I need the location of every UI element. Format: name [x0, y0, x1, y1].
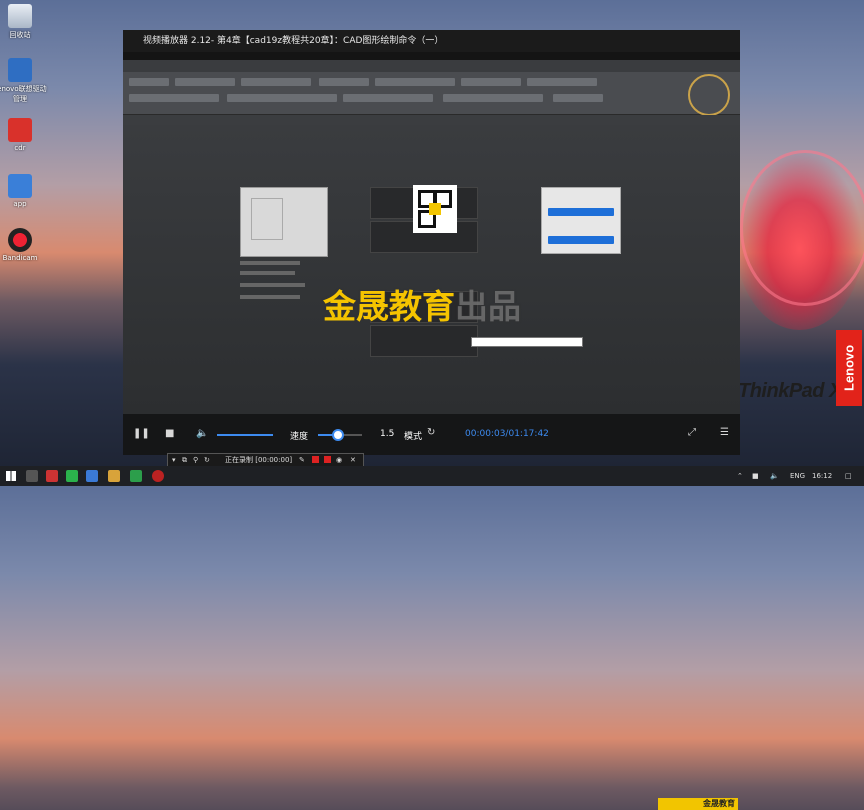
pause-button[interactable]: ❚❚ [133, 428, 150, 440]
loop-mode-icon[interactable]: ↻ [427, 427, 435, 439]
camera-icon[interactable]: ◉ [336, 454, 342, 466]
recorder-menu-icon[interactable]: ▾ [172, 454, 176, 466]
stop-record-icon[interactable] [324, 456, 331, 463]
app-taskbar-icon[interactable] [130, 470, 142, 482]
network-icon[interactable]: ■ [752, 472, 759, 480]
volume-slider[interactable] [217, 434, 273, 436]
bandicam-taskbar-icon[interactable] [152, 470, 164, 482]
lenovo-logo: Lenovo [836, 330, 862, 406]
desktop-icon-recycle-bin[interactable]: 回收站 [0, 4, 50, 40]
notifications-icon[interactable]: □ [845, 472, 852, 480]
stop-button[interactable]: ■ [165, 428, 174, 440]
cad-logo-icon [688, 74, 730, 116]
file-explorer-icon[interactable] [108, 470, 120, 482]
wallpaper-light-ring [740, 150, 864, 306]
playlist-icon[interactable]: ☰ [720, 427, 729, 439]
bandicam-icon [8, 228, 32, 252]
desktop-icon-lenovo-driver[interactable]: Lenovo联想驱动管理 [0, 58, 50, 104]
desktop-icon-label: app [13, 200, 27, 208]
desktop-icon-label: cdr [14, 144, 26, 152]
cad-ribbon [123, 72, 740, 116]
speed-slider-handle[interactable] [331, 429, 344, 441]
desktop-icon-bandicam[interactable]: Bandicam [0, 228, 50, 262]
recorder-window-icon[interactable]: ⧉ [182, 454, 187, 466]
app-icon [8, 118, 32, 142]
volume-icon[interactable]: 🔈 [196, 428, 208, 440]
file-path-tooltip [471, 337, 583, 347]
recorder-refresh-icon[interactable]: ↻ [204, 454, 210, 466]
task-view-icon[interactable] [26, 470, 38, 482]
connect-button[interactable] [548, 208, 614, 216]
cad-file-tabs [123, 115, 740, 125]
mode-label: 模式 [404, 432, 423, 442]
building-sketch-icon [251, 198, 283, 240]
browser-icon[interactable] [86, 470, 98, 482]
wechat-icon[interactable] [66, 470, 78, 482]
desktop-icon-app[interactable]: app [0, 174, 50, 208]
desktop-icon-cdr[interactable]: cdr [0, 118, 50, 152]
desktop-icon-label: Bandicam [2, 254, 38, 262]
clock[interactable]: 16:12 [812, 472, 832, 480]
start-drawing-card[interactable] [240, 187, 328, 257]
recorder-zoom-icon[interactable]: ⚲ [193, 454, 198, 466]
start-menu-icon[interactable] [6, 471, 16, 481]
autocad-taskbar-icon[interactable] [46, 470, 58, 482]
desktop-icon-label: Lenovo联想驱动管理 [0, 85, 47, 103]
input-language[interactable]: ENG [790, 472, 805, 480]
recorder-toolbar: ▾ ⧉ ⚲ ↻ 正在录制 [00:00:00] ✎ ◉ ✕ [167, 453, 364, 467]
playback-controls: ❚❚ ■ 🔈 速度 1.5 模式 ↻ 00:00:03/01:17:42 ⤢ ☰ [123, 414, 740, 455]
video-frame[interactable]: 金晟教育出品 了解 创建 金晟教育 [123, 60, 740, 810]
video-player-window: 视频播放器 2.12- 第4章【cad19z教程共20章】：CAD图形绘制命令（… [123, 30, 740, 810]
time-display: 00:00:03/01:17:42 [465, 429, 549, 439]
record-icon[interactable] [312, 456, 319, 463]
feedback-button[interactable] [548, 236, 614, 244]
recycle-bin-icon [8, 4, 32, 28]
lenovo-driver-icon [8, 58, 32, 82]
qr-code-icon [413, 185, 457, 233]
notifications-panel [541, 187, 621, 254]
desktop-icon-label: 回收站 [9, 31, 31, 39]
fullscreen-icon[interactable]: ⤢ [688, 427, 696, 439]
watermark: 金晟教育出品 [323, 287, 521, 326]
pen-icon[interactable]: ✎ [299, 454, 305, 466]
tray-chevron-icon[interactable]: ⌃ [737, 472, 743, 480]
speed-label: 速度 [290, 432, 309, 442]
brand-strip: 金晟教育 [658, 798, 738, 810]
windows-taskbar: ⌃ ■ 🔈 ENG 16:12 □ [0, 466, 864, 486]
close-icon[interactable]: ✕ [350, 454, 356, 466]
app-icon [8, 174, 32, 198]
recording-status: 正在录制 [00:00:00] [225, 456, 293, 464]
player-title: 视频播放器 2.12- 第4章【cad19z教程共20章】：CAD图形绘制命令（… [123, 30, 740, 52]
speaker-icon[interactable]: 🔈 [770, 472, 779, 480]
cad-title-bar [123, 60, 740, 72]
speed-value: 1.5 [380, 429, 395, 439]
recent-document[interactable] [370, 325, 478, 357]
cad-start-page: 金晟教育出品 [123, 125, 740, 415]
